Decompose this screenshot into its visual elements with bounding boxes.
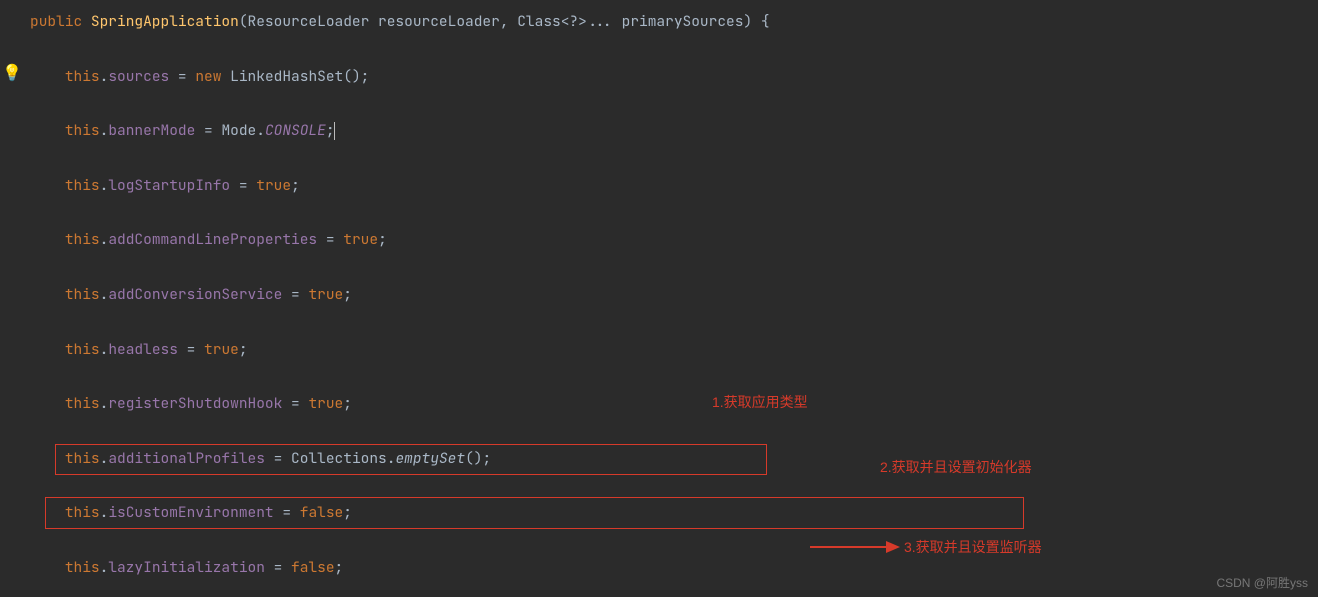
- code-line: this.registerShutdownHook = true;: [30, 390, 1318, 417]
- code-line: this.logStartupInfo = true;: [30, 172, 1318, 199]
- code-line: this.additionalProfiles = Collections.em…: [30, 445, 1318, 472]
- caret: [334, 122, 335, 140]
- code-line: this.addCommandLineProperties = true;: [30, 226, 1318, 253]
- code-line: this.lazyInitialization = false;: [30, 554, 1318, 581]
- watermark: CSDN @阿胜yss: [1216, 574, 1308, 591]
- code-line: this.sources = new LinkedHashSet();: [30, 63, 1318, 90]
- code-line: this.addConversionService = true;: [30, 281, 1318, 308]
- code-line: this.headless = true;: [30, 336, 1318, 363]
- code-line: this.isCustomEnvironment = false;: [30, 499, 1318, 526]
- code-editor[interactable]: public SpringApplication(ResourceLoader …: [0, 0, 1318, 597]
- code-line: this.bannerMode = Mode.CONSOLE;: [30, 117, 1318, 144]
- code-line: public SpringApplication(ResourceLoader …: [30, 8, 1318, 35]
